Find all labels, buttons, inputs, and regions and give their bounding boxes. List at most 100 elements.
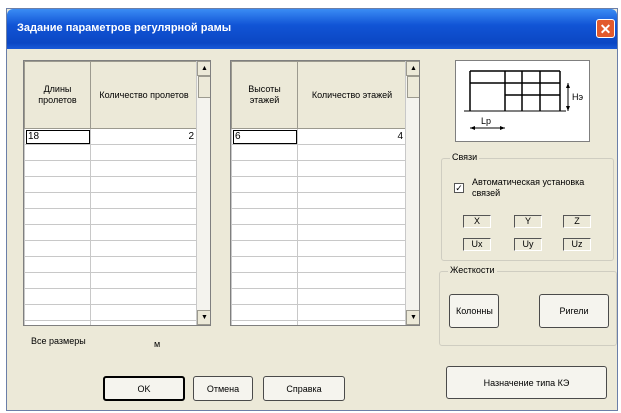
table-row[interactable] <box>24 144 198 161</box>
table-cell[interactable] <box>24 240 91 257</box>
table-cell[interactable] <box>90 144 198 161</box>
table-row[interactable] <box>24 304 198 321</box>
table-cell[interactable]: 2 <box>90 128 198 145</box>
table-cell[interactable] <box>24 304 91 321</box>
scroll-down-arrow-icon[interactable]: ▼ <box>406 310 419 325</box>
table-cell[interactable] <box>231 144 298 161</box>
table-cell[interactable] <box>231 224 298 241</box>
table-cell[interactable] <box>90 208 198 225</box>
table-row[interactable] <box>24 256 198 273</box>
table-row[interactable] <box>24 320 198 325</box>
table-cell[interactable] <box>297 176 407 193</box>
table-cell[interactable]: 4 <box>297 128 407 145</box>
floors-scrollbar[interactable]: ▲ ▼ <box>405 61 419 325</box>
table-cell[interactable] <box>231 304 298 321</box>
table-cell[interactable] <box>90 240 198 257</box>
floors-grid[interactable]: Высоты этажей Количество этажей 64 ▲ ▼ <box>230 60 420 326</box>
table-cell[interactable] <box>231 320 298 325</box>
table-row[interactable] <box>231 288 407 305</box>
dof-uz[interactable]: Uz <box>563 238 591 251</box>
table-cell[interactable] <box>297 256 407 273</box>
table-cell[interactable] <box>90 256 198 273</box>
table-row[interactable] <box>24 240 198 257</box>
table-cell[interactable] <box>90 288 198 305</box>
table-cell[interactable] <box>90 320 198 325</box>
table-row[interactable] <box>231 160 407 177</box>
spans-scrollbar[interactable]: ▲ ▼ <box>196 61 210 325</box>
table-cell[interactable]: 6 <box>231 128 298 145</box>
table-row[interactable] <box>231 224 407 241</box>
table-cell[interactable] <box>24 272 91 289</box>
auto-links-checkbox[interactable]: ✓ <box>454 183 464 193</box>
scroll-thumb[interactable] <box>407 76 419 98</box>
table-cell[interactable] <box>231 176 298 193</box>
table-row[interactable] <box>231 240 407 257</box>
table-row[interactable] <box>231 208 407 225</box>
scroll-thumb[interactable] <box>198 76 210 98</box>
table-cell[interactable] <box>297 304 407 321</box>
dof-uy[interactable]: Uy <box>514 238 542 251</box>
table-row[interactable] <box>24 288 198 305</box>
table-cell[interactable] <box>90 304 198 321</box>
table-cell[interactable] <box>24 176 91 193</box>
table-row[interactable] <box>231 320 407 325</box>
table-cell[interactable] <box>297 272 407 289</box>
table-cell[interactable] <box>231 208 298 225</box>
table-cell[interactable] <box>90 192 198 209</box>
close-button[interactable]: ✕ <box>596 19 615 38</box>
table-row[interactable] <box>24 272 198 289</box>
table-cell[interactable] <box>231 240 298 257</box>
table-row[interactable] <box>231 144 407 161</box>
dof-y[interactable]: Y <box>514 215 542 228</box>
table-cell[interactable] <box>24 320 91 325</box>
table-row[interactable] <box>24 160 198 177</box>
columns-button[interactable]: Колонны <box>449 294 499 328</box>
table-row[interactable]: 18 2 <box>24 128 198 145</box>
table-row[interactable] <box>24 176 198 193</box>
table-row[interactable] <box>231 192 407 209</box>
table-cell[interactable]: 18 <box>24 128 91 145</box>
title-bar[interactable]: Задание параметров регулярной рамы ✕ <box>7 9 617 49</box>
dof-ux[interactable]: Ux <box>463 238 491 251</box>
table-cell[interactable] <box>90 160 198 177</box>
table-row[interactable] <box>24 208 198 225</box>
table-row[interactable] <box>231 272 407 289</box>
table-cell[interactable] <box>231 288 298 305</box>
table-cell[interactable] <box>24 288 91 305</box>
table-cell[interactable] <box>231 160 298 177</box>
table-cell[interactable] <box>297 208 407 225</box>
table-cell[interactable] <box>297 320 407 325</box>
table-cell[interactable] <box>297 160 407 177</box>
table-cell[interactable] <box>231 256 298 273</box>
beams-button[interactable]: Ригели <box>539 294 609 328</box>
ok-button[interactable]: OK <box>103 376 185 401</box>
table-cell[interactable] <box>297 224 407 241</box>
table-row[interactable] <box>24 192 198 209</box>
table-row[interactable]: 64 <box>231 128 407 145</box>
table-row[interactable] <box>231 304 407 321</box>
cancel-button[interactable]: Отмена <box>193 376 253 401</box>
table-cell[interactable] <box>90 272 198 289</box>
table-cell[interactable] <box>24 256 91 273</box>
table-cell[interactable] <box>231 192 298 209</box>
dof-z[interactable]: Z <box>563 215 591 228</box>
table-cell[interactable] <box>297 144 407 161</box>
spans-grid[interactable]: Длины пролетов Количество пролетов 18 2 ▲… <box>23 60 211 326</box>
scroll-down-arrow-icon[interactable]: ▼ <box>197 310 210 325</box>
table-cell[interactable] <box>297 288 407 305</box>
table-cell[interactable] <box>24 224 91 241</box>
table-cell[interactable] <box>90 176 198 193</box>
table-cell[interactable] <box>24 208 91 225</box>
dof-x[interactable]: X <box>463 215 491 228</box>
table-cell[interactable] <box>24 160 91 177</box>
scroll-up-arrow-icon[interactable]: ▲ <box>406 61 419 76</box>
table-cell[interactable] <box>297 240 407 257</box>
table-row[interactable] <box>231 256 407 273</box>
scroll-up-arrow-icon[interactable]: ▲ <box>197 61 210 76</box>
assign-fe-type-button[interactable]: Назначение типа КЭ <box>446 366 607 399</box>
help-button[interactable]: Справка <box>263 376 345 401</box>
table-cell[interactable] <box>90 224 198 241</box>
table-cell[interactable] <box>231 272 298 289</box>
table-cell[interactable] <box>297 192 407 209</box>
table-row[interactable] <box>24 224 198 241</box>
